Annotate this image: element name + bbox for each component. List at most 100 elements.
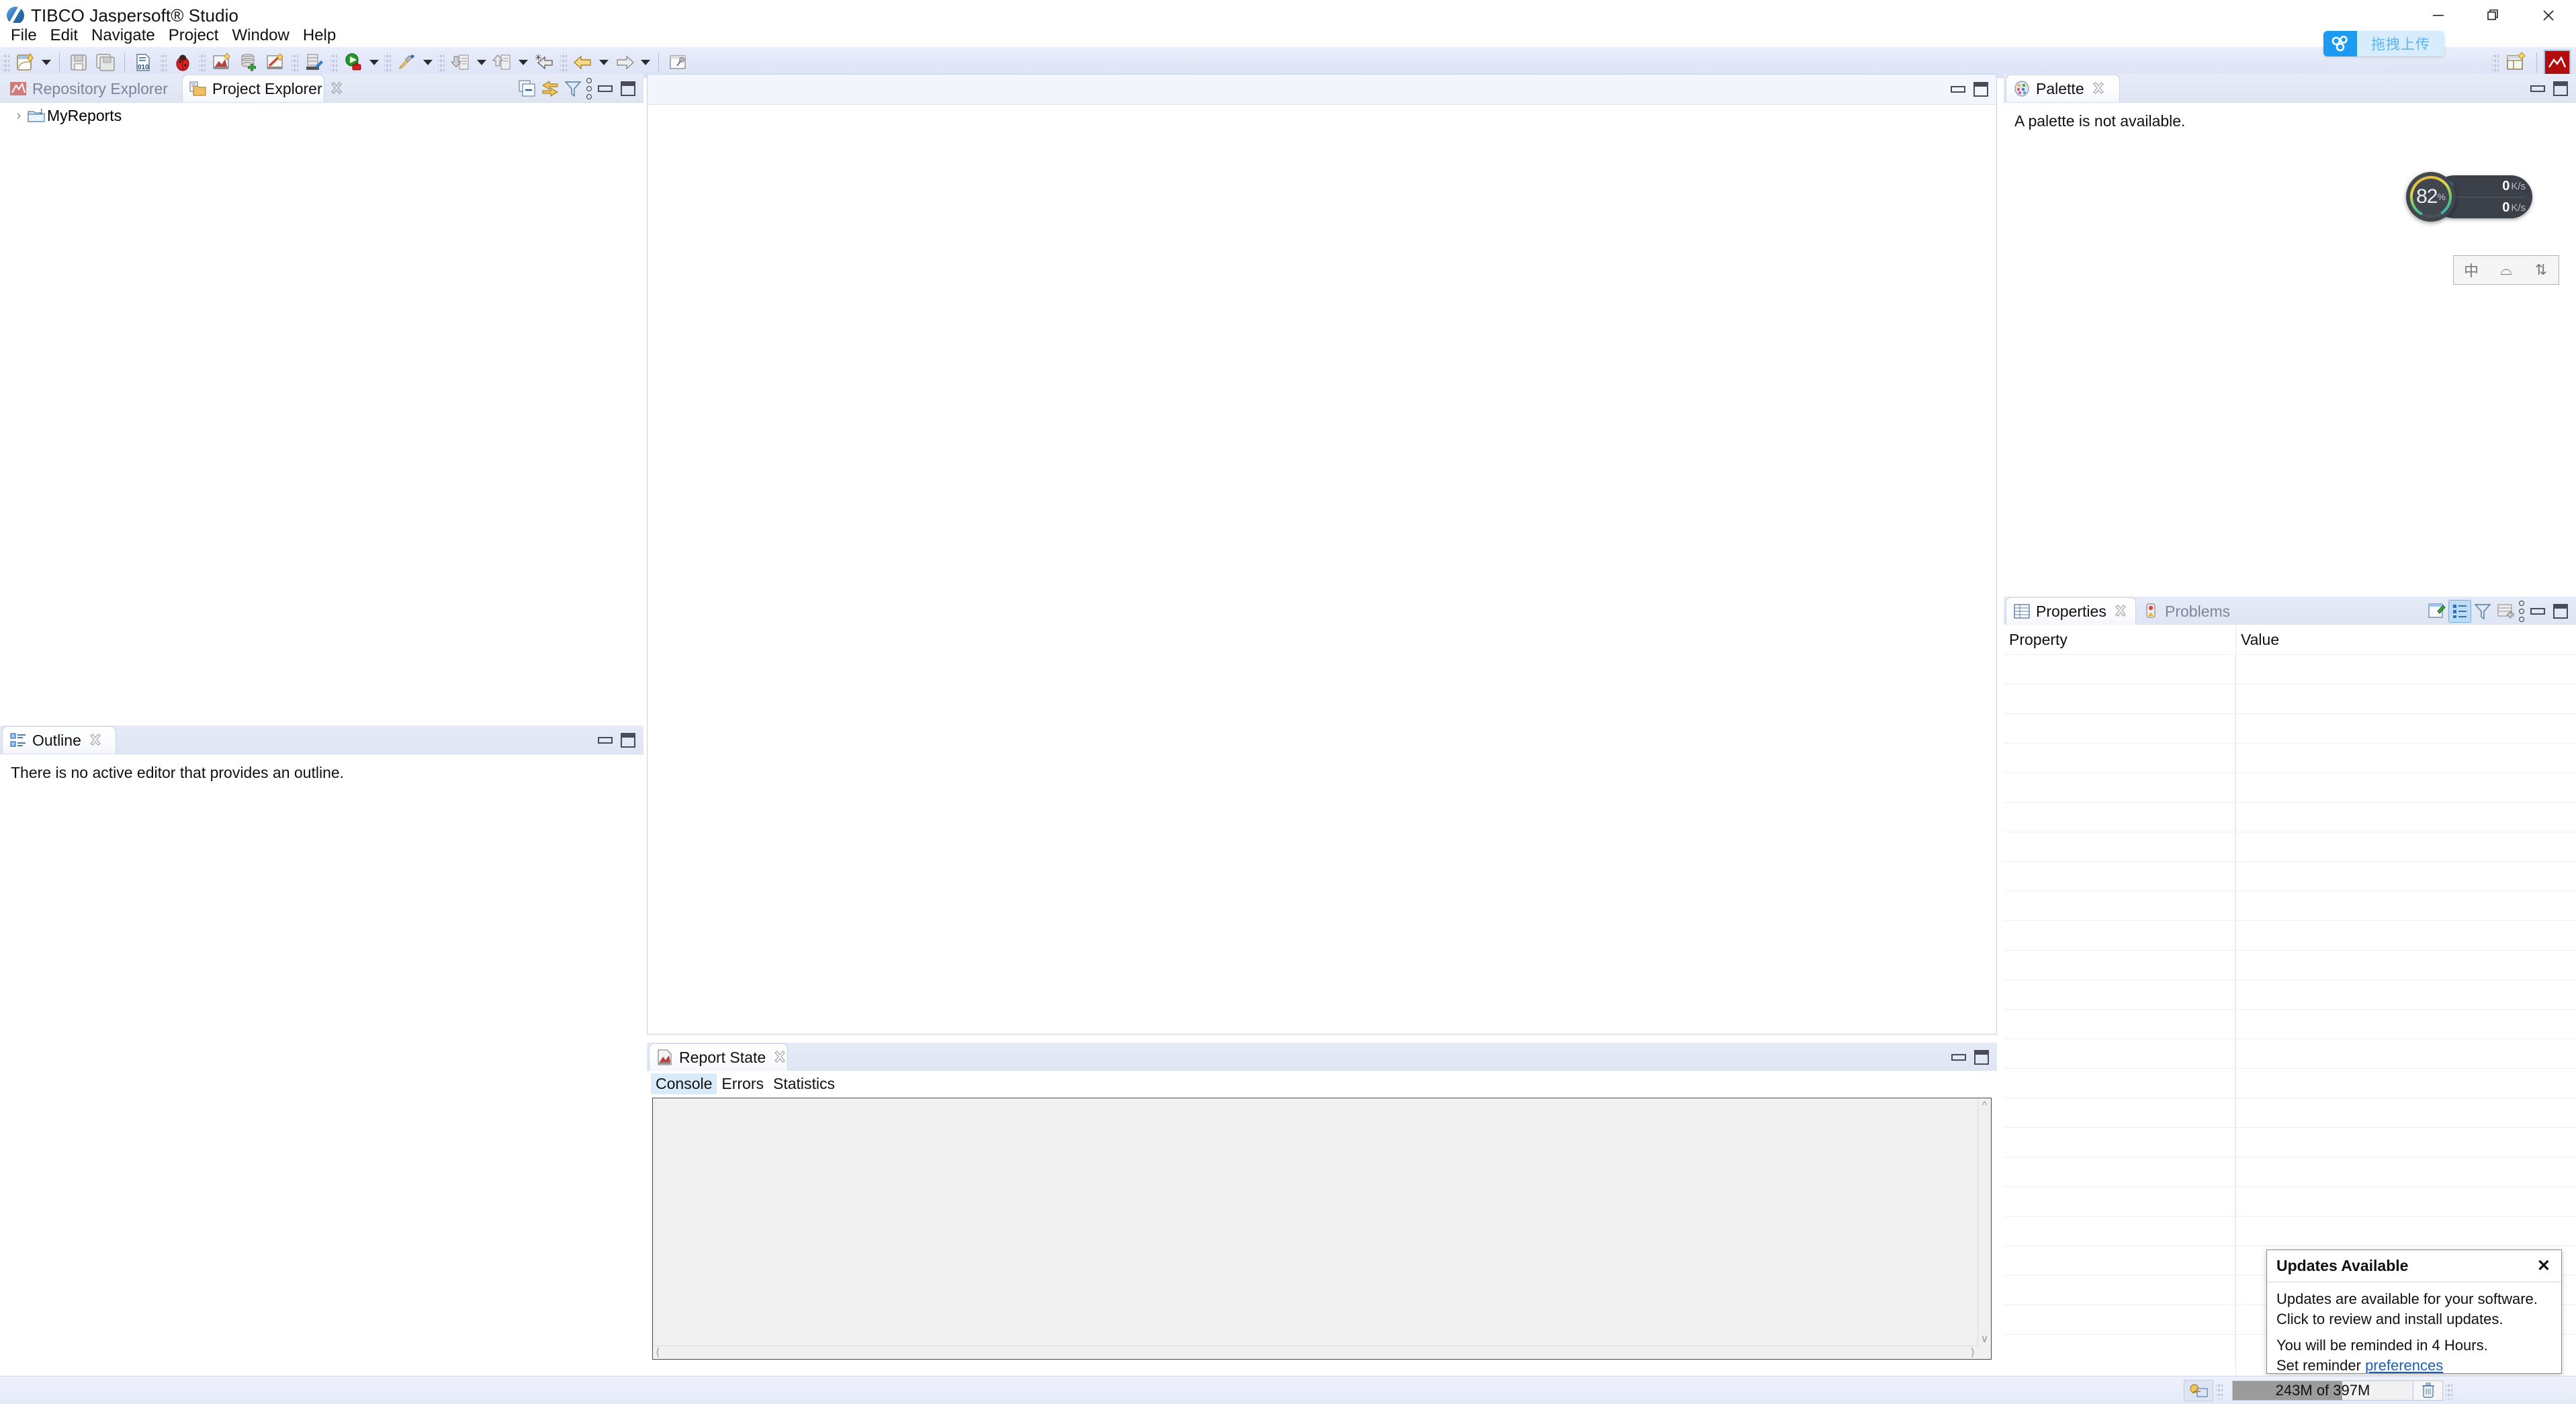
properties-row[interactable] xyxy=(2004,1127,2576,1157)
properties-cell-value[interactable] xyxy=(2235,1039,2576,1068)
console-horizontal-scrollbar[interactable]: ⟨ ⟩ xyxy=(653,1346,1978,1359)
forward-dropdown-arrow[interactable] xyxy=(638,49,653,76)
close-icon[interactable] xyxy=(88,732,104,748)
minimize-panel-icon[interactable] xyxy=(594,77,617,100)
properties-cell-property[interactable] xyxy=(2004,832,2235,861)
properties-cell-value[interactable] xyxy=(2235,862,2576,891)
tab-project-explorer[interactable]: Project Explorer xyxy=(183,75,342,102)
properties-cell-value[interactable] xyxy=(2235,1069,2576,1098)
properties-cell-property[interactable] xyxy=(2004,1335,2235,1364)
properties-row[interactable] xyxy=(2004,891,2576,920)
preferences-link[interactable]: preferences xyxy=(2365,1357,2443,1374)
properties-cell-value[interactable] xyxy=(2235,773,2576,802)
subtab-console[interactable]: Console xyxy=(651,1073,717,1094)
close-icon[interactable] xyxy=(772,1049,789,1065)
subtab-errors[interactable]: Errors xyxy=(717,1073,768,1094)
properties-cell-value[interactable] xyxy=(2235,714,2576,743)
toolbar-grip[interactable] xyxy=(160,52,167,73)
scroll-down-icon[interactable]: ∨ xyxy=(1978,1332,1992,1347)
debug-icon[interactable] xyxy=(169,49,196,76)
editor-canvas[interactable] xyxy=(648,105,1996,1034)
properties-cell-property[interactable] xyxy=(2004,714,2235,743)
back-dropdown-arrow[interactable] xyxy=(596,49,611,76)
properties-cell-property[interactable] xyxy=(2004,1069,2235,1098)
ime-mode-punctuation[interactable]: ⌓ xyxy=(2489,261,2524,279)
properties-cell-property[interactable] xyxy=(2004,921,2235,950)
properties-row[interactable] xyxy=(2004,861,2576,891)
tab-problems[interactable]: Problems xyxy=(2135,598,2254,625)
maximize-panel-icon[interactable] xyxy=(1969,78,1992,101)
preview-icon[interactable] xyxy=(394,49,420,76)
run-report-icon[interactable] xyxy=(340,49,367,76)
properties-row[interactable] xyxy=(2004,1068,2576,1098)
back-navigation-icon[interactable] xyxy=(570,49,596,76)
minimize-panel-icon[interactable] xyxy=(1947,1046,1970,1069)
close-icon[interactable] xyxy=(329,81,345,97)
properties-cell-value[interactable] xyxy=(2235,921,2576,950)
properties-cell-property[interactable] xyxy=(2004,891,2235,920)
publish-to-server-icon[interactable] xyxy=(301,49,328,76)
menu-window[interactable]: Window xyxy=(225,24,296,47)
tab-properties[interactable]: Properties xyxy=(2006,598,2135,625)
properties-row[interactable] xyxy=(2004,743,2576,773)
new-jasper-report-icon[interactable] xyxy=(208,49,235,76)
collapse-all-icon[interactable] xyxy=(516,77,539,100)
maximize-panel-icon[interactable] xyxy=(2549,600,2572,623)
tab-outline[interactable]: Outline xyxy=(3,727,116,754)
memory-bar[interactable]: 243M of 397M xyxy=(2232,1380,2413,1401)
properties-cell-property[interactable] xyxy=(2004,1305,2235,1334)
properties-cell-value[interactable] xyxy=(2235,951,2576,979)
properties-cell-property[interactable] xyxy=(2004,1039,2235,1068)
properties-row[interactable] xyxy=(2004,832,2576,861)
view-menu-icon[interactable] xyxy=(2517,600,2526,623)
filter-icon[interactable] xyxy=(2471,600,2494,623)
menu-navigate[interactable]: Navigate xyxy=(85,24,162,47)
filter-icon[interactable] xyxy=(562,77,584,100)
properties-cell-property[interactable] xyxy=(2004,1217,2235,1245)
properties-cell-property[interactable] xyxy=(2004,1187,2235,1216)
preview-dropdown-arrow[interactable] xyxy=(420,49,435,76)
properties-cell-property[interactable] xyxy=(2004,744,2235,773)
console-output[interactable]: ^ ∨ ⟨ ⟩ xyxy=(652,1098,1992,1360)
properties-cell-value[interactable] xyxy=(2235,655,2576,684)
properties-cell-property[interactable] xyxy=(2004,803,2235,832)
link-with-editor-icon[interactable] xyxy=(539,77,562,100)
export-dropdown-arrow[interactable] xyxy=(516,49,531,76)
properties-cell-value[interactable] xyxy=(2235,1010,2576,1039)
properties-cell-property[interactable] xyxy=(2004,1128,2235,1157)
toolbar-grip[interactable] xyxy=(292,52,298,73)
open-perspective-icon[interactable] xyxy=(2501,49,2531,76)
close-icon[interactable] xyxy=(2113,603,2129,619)
properties-row[interactable] xyxy=(2004,654,2576,684)
chevron-right-icon[interactable]: › xyxy=(11,108,27,124)
properties-cell-value[interactable] xyxy=(2235,980,2576,1009)
column-header-value[interactable]: Value xyxy=(2235,631,2576,649)
properties-cell-property[interactable] xyxy=(2004,1098,2235,1127)
tab-repository-explorer[interactable]: Repository Explorer xyxy=(3,75,183,102)
properties-cell-value[interactable] xyxy=(2235,891,2576,920)
properties-cell-property[interactable] xyxy=(2004,951,2235,979)
close-icon[interactable]: ✕ xyxy=(2534,1256,2553,1276)
close-icon[interactable] xyxy=(2091,81,2107,97)
export-icon[interactable] xyxy=(489,49,516,76)
menu-edit[interactable]: Edit xyxy=(44,24,85,47)
properties-cell-property[interactable] xyxy=(2004,685,2235,713)
properties-cell-property[interactable] xyxy=(2004,1010,2235,1039)
new-style-icon[interactable] xyxy=(262,49,289,76)
maximize-panel-icon[interactable] xyxy=(1970,1046,1993,1069)
properties-cell-value[interactable] xyxy=(2235,685,2576,713)
ime-mode-chinese[interactable]: 中 xyxy=(2454,259,2489,281)
properties-cell-property[interactable] xyxy=(2004,773,2235,802)
minimize-panel-icon[interactable] xyxy=(594,729,617,752)
properties-row[interactable] xyxy=(2004,1186,2576,1216)
toolbar-grip[interactable] xyxy=(384,52,391,73)
compile-report-icon[interactable]: 010 xyxy=(130,49,157,76)
toolbar-grip[interactable] xyxy=(2492,52,2499,73)
properties-row[interactable] xyxy=(2004,713,2576,743)
properties-cell-value[interactable] xyxy=(2235,1217,2576,1245)
tab-palette[interactable]: Palette xyxy=(2006,75,2119,102)
properties-row[interactable] xyxy=(2004,1009,2576,1039)
menu-help[interactable]: Help xyxy=(296,24,343,47)
new-data-adapter-icon[interactable] xyxy=(235,49,262,76)
properties-cell-property[interactable] xyxy=(2004,655,2235,684)
